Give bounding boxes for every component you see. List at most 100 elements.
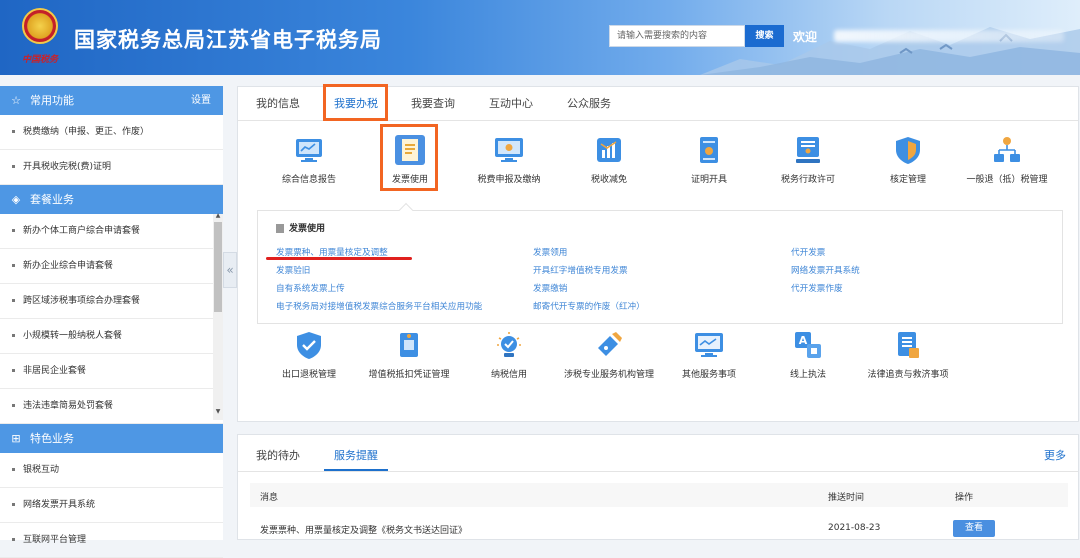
- sidebar-section-packages[interactable]: ◈ 套餐业务: [0, 185, 223, 214]
- invoice-highlight-box: [380, 124, 438, 191]
- settings-link[interactable]: 设置: [191, 86, 211, 115]
- org-chart-icon: [994, 137, 1020, 162]
- service-tax-credit[interactable]: 纳税信用: [459, 330, 559, 381]
- section-title: 特色业务: [30, 432, 74, 445]
- service-label: 涉税专业服务机构管理: [563, 370, 654, 380]
- redacted-username: [834, 30, 1064, 42]
- sidebar-item-label: 互联网平台管理: [23, 535, 87, 545]
- sidebar-item[interactable]: 新办个体工商户综合申请套餐: [0, 214, 223, 249]
- service-online-enforcement[interactable]: A 线上执法: [758, 330, 858, 381]
- service-legal-relief[interactable]: 法律追责与救济事项: [858, 330, 958, 381]
- column-header-time: 推送时间: [828, 493, 865, 503]
- scrollbar-thumb[interactable]: [214, 222, 222, 312]
- notifications-panel: 我的待办 服务提醒 更多 消息 推送时间 操作 发票票种、用票量核定及调整《税务…: [237, 434, 1079, 540]
- service-vat-deduction[interactable]: 增值税抵扣凭证管理: [359, 330, 459, 381]
- sidebar-item-label: 新办企业综合申请套餐: [23, 261, 114, 271]
- document-list-icon: [898, 332, 919, 358]
- panel-title-text: 发票使用: [289, 224, 326, 234]
- service-export-refund[interactable]: 出口退税管理: [259, 330, 359, 381]
- bullet-icon: [12, 468, 15, 471]
- sidebar-item[interactable]: 银税互动: [0, 453, 223, 488]
- collapse-sidebar-icon[interactable]: «: [223, 252, 237, 288]
- link-issue-invoice-void[interactable]: 代开发票作废: [791, 282, 843, 294]
- link-invoice-receive[interactable]: 发票领用: [533, 246, 567, 258]
- sidebar-item[interactable]: 开具税收完税(费)证明: [0, 150, 223, 185]
- shield-check-icon: [297, 332, 321, 359]
- link-mail-invoice-void[interactable]: 邮寄代开专票的作废（红冲）: [533, 300, 645, 312]
- service-label: 出口退税管理: [281, 370, 336, 380]
- section-title: 套餐业务: [30, 193, 74, 206]
- view-button[interactable]: 查看: [953, 520, 995, 537]
- sidebar-section-special[interactable]: ⊞ 特色业务: [0, 424, 223, 453]
- service-declare-pay[interactable]: 税费申报及缴纳: [459, 135, 559, 186]
- sidebar-item[interactable]: 违法违章简易处罚套餐: [0, 389, 223, 424]
- bullet-icon: [12, 229, 15, 232]
- bullet-icon: [12, 165, 15, 168]
- service-tax-reduction[interactable]: 税收减免: [559, 135, 659, 186]
- service-label: 一般退（抵）税管理: [966, 175, 1048, 185]
- emblem-text: 中国税务: [21, 55, 58, 65]
- sidebar: ☆ 常用功能 设置 税费缴纳（申报、更正、作废） 开具税收完税(费)证明 ◈ 套餐业…: [0, 86, 223, 558]
- tab-service-reminder[interactable]: 服务提醒: [334, 447, 378, 463]
- divider: [238, 471, 1078, 472]
- tax-emblem-logo: 中国税务: [18, 8, 62, 66]
- service-assessment[interactable]: 核定管理: [858, 135, 958, 186]
- scroll-up-icon[interactable]: ▲: [214, 212, 222, 220]
- monitor-icon: [495, 138, 523, 162]
- document-icon: [276, 224, 284, 233]
- service-comprehensive-report[interactable]: 综合信息报告: [259, 135, 359, 186]
- monitor-line-icon: [695, 333, 723, 357]
- chart-down-icon: [597, 138, 621, 162]
- main-panel: 我的信息 我要办税 我要查询 互动中心 公众服务 综合信息报告 发票使用 税费申…: [237, 84, 1079, 422]
- service-certificate[interactable]: 证明开具: [659, 135, 759, 186]
- link-invoice-cancel[interactable]: 发票缴销: [533, 282, 567, 294]
- sidebar-section-common[interactable]: ☆ 常用功能 设置: [0, 86, 223, 115]
- tab-query[interactable]: 我要查询: [411, 87, 455, 121]
- sidebar-item[interactable]: 小规模转一般纳税人套餐: [0, 319, 223, 354]
- tab-public-service[interactable]: 公众服务: [567, 87, 611, 121]
- service-label: 综合信息报告: [281, 175, 336, 185]
- tab-my-todo[interactable]: 我的待办: [256, 447, 300, 463]
- link-issue-invoice[interactable]: 代开发票: [791, 246, 825, 258]
- link-invoice-verify-old[interactable]: 发票验旧: [276, 264, 310, 276]
- search-input[interactable]: 请输入需要搜索的内容: [609, 25, 745, 47]
- sidebar-item[interactable]: 跨区域涉税事项综合办理套餐: [0, 284, 223, 319]
- link-own-system-upload[interactable]: 自有系统发票上传: [276, 282, 345, 294]
- bullet-icon: [12, 503, 15, 506]
- section-title: 常用功能: [30, 94, 74, 107]
- search-button[interactable]: 搜索: [745, 25, 784, 47]
- sidebar-item-label: 跨区域涉税事项综合办理套餐: [23, 296, 141, 306]
- scroll-down-icon[interactable]: ▼: [214, 408, 222, 416]
- tab-my-info[interactable]: 我的信息: [256, 87, 300, 121]
- layers-icon: ◈: [11, 193, 21, 206]
- invoice-submenu-panel: 发票使用 发票票种、用票量核定及调整 发票验旧 自有系统发票上传 电子税务局对接…: [257, 202, 1063, 324]
- sidebar-item-label: 税费缴纳（申报、更正、作废）: [23, 127, 150, 137]
- service-icons-row-1: 综合信息报告 发票使用 税费申报及缴纳 税收减免 证明开具 税务行政许可 核定管…: [238, 135, 1078, 195]
- link-red-vat-invoice[interactable]: 开具红字增值税专用发票: [533, 264, 628, 276]
- link-network-invoice[interactable]: 网络发票开具系统: [791, 264, 860, 276]
- star-icon: ☆: [11, 94, 21, 107]
- sidebar-item[interactable]: 互联网平台管理: [0, 523, 223, 558]
- service-label: 证明开具: [690, 175, 727, 185]
- credit-badge-icon: [497, 332, 521, 357]
- grid-icon: ⊞: [11, 432, 21, 445]
- bullet-icon: [12, 299, 15, 302]
- sidebar-item[interactable]: 网络发票开具系统: [0, 488, 223, 523]
- sidebar-item[interactable]: 税费缴纳（申报、更正、作废）: [0, 115, 223, 150]
- sidebar-item-label: 新办个体工商户综合申请套餐: [23, 226, 141, 236]
- pen-tag-icon: [598, 332, 622, 356]
- sidebar-item[interactable]: 非居民企业套餐: [0, 354, 223, 389]
- service-other[interactable]: 其他服务事项: [659, 330, 759, 381]
- site-title: 国家税务总局江苏省电子税务局: [74, 28, 382, 52]
- row-message[interactable]: 发票票种、用票量核定及调整《税务文书送达回证》: [260, 523, 467, 536]
- service-refund[interactable]: 一般退（抵）税管理: [957, 135, 1057, 186]
- more-link[interactable]: 更多: [1044, 447, 1066, 463]
- sidebar-item-label: 银税互动: [23, 465, 60, 475]
- service-admin-license[interactable]: 税务行政许可: [758, 135, 858, 186]
- sidebar-item[interactable]: 新办企业综合申请套餐: [0, 249, 223, 284]
- sidebar-item-label: 网络发票开具系统: [23, 500, 96, 510]
- tab-interaction[interactable]: 互动中心: [489, 87, 533, 121]
- panel-pointer: [398, 202, 414, 218]
- service-agency-management[interactable]: 涉税专业服务机构管理: [559, 330, 659, 381]
- link-vat-platform[interactable]: 电子税务局对接增值税发票综合服务平台相关应用功能: [276, 300, 482, 312]
